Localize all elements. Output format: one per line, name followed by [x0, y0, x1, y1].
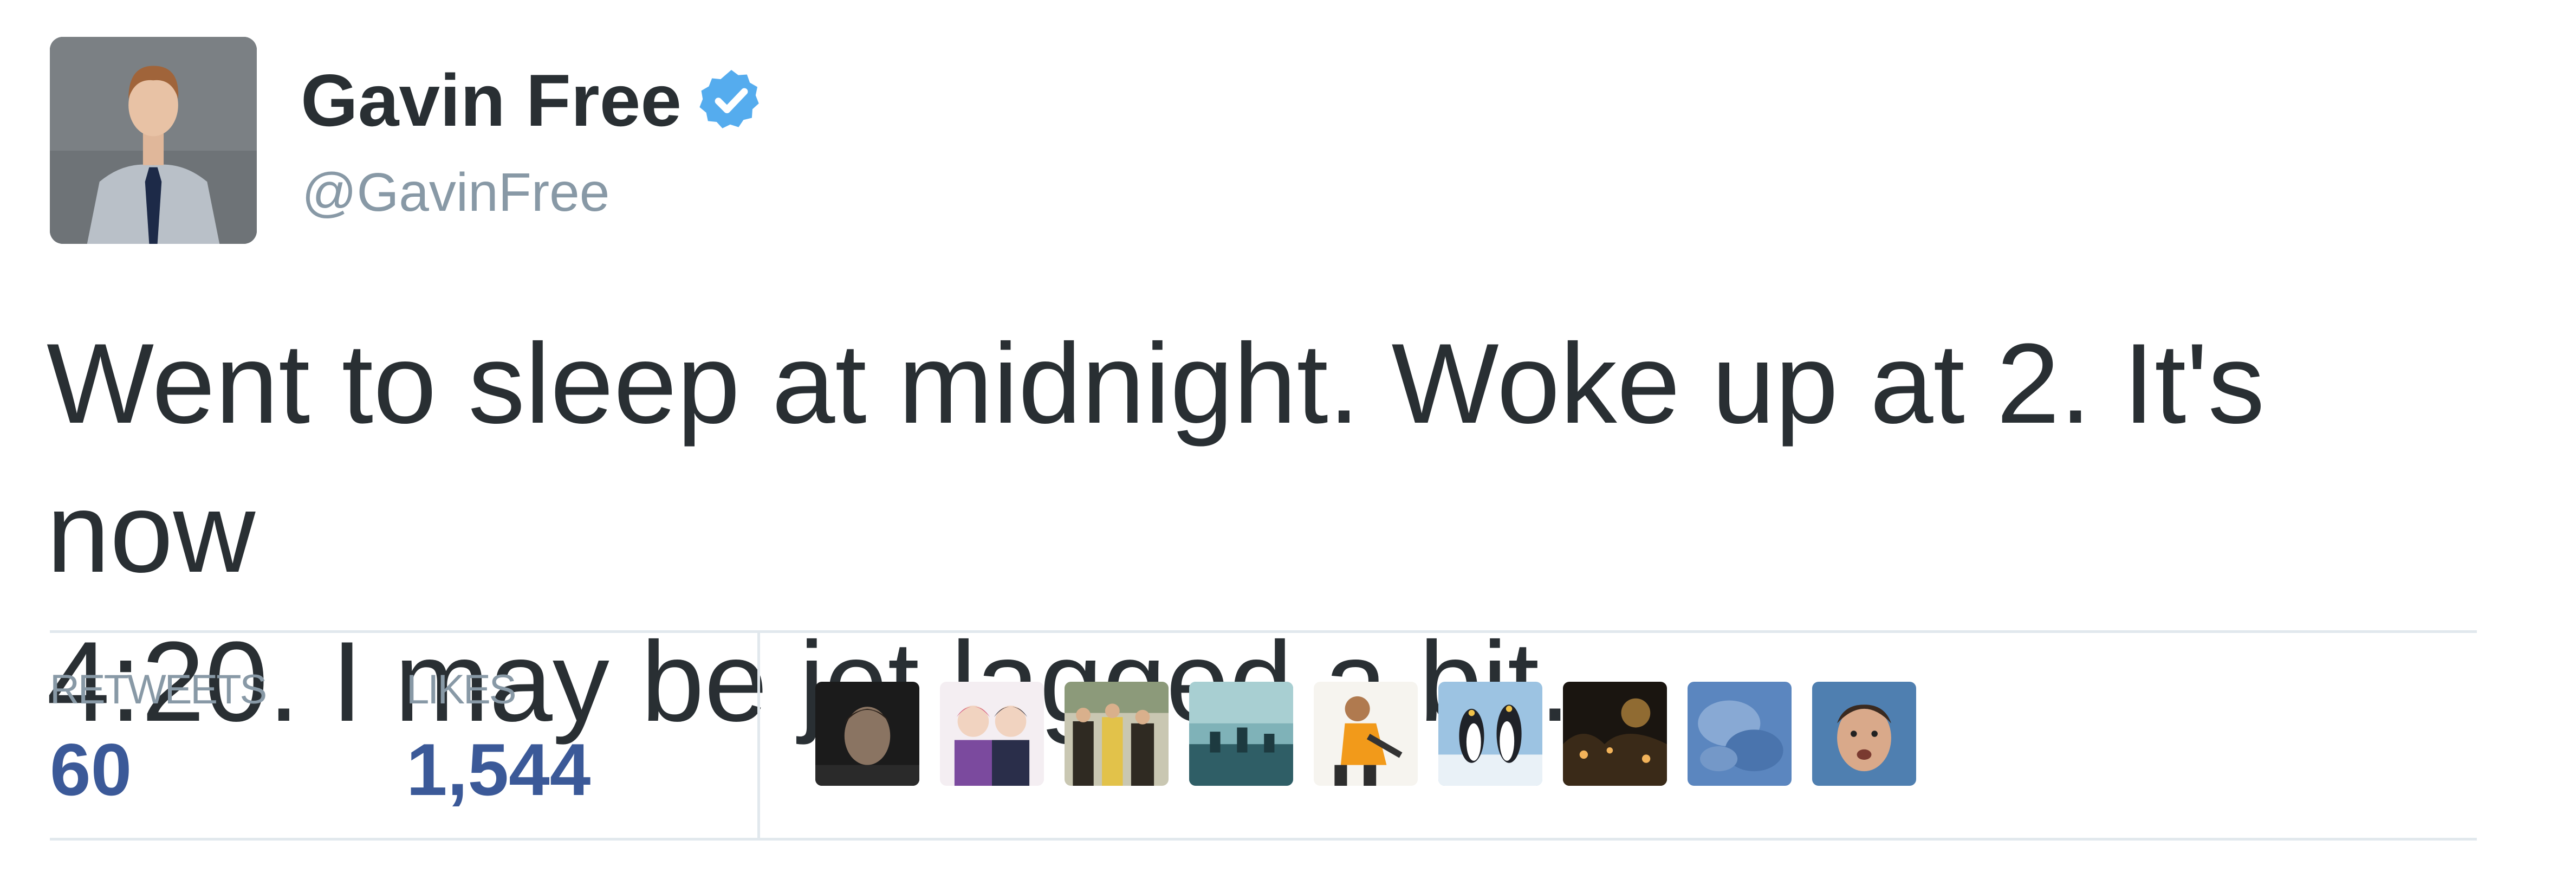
author-handle[interactable]: @GavinFree — [302, 157, 609, 228]
liker-avatar-5-icon[interactable] — [1314, 682, 1418, 786]
stats-divider-top — [50, 630, 2477, 633]
liker-avatar-2-icon[interactable] — [940, 682, 1044, 786]
author-display-name[interactable]: Gavin Free — [301, 60, 682, 141]
liker-avatar-7-icon[interactable] — [1563, 682, 1667, 786]
verified-badge-icon — [699, 70, 759, 128]
liker-avatars — [815, 682, 1916, 790]
stats-divider-bottom — [50, 838, 2477, 841]
stats-divider-vertical — [757, 633, 760, 838]
likes-label: LIKES — [406, 667, 516, 713]
retweets-stat[interactable]: RETWEETS 60 — [50, 664, 267, 816]
liker-avatar-1-icon[interactable] — [815, 682, 919, 786]
liker-avatar-6-icon[interactable] — [1438, 682, 1542, 786]
author-name-row[interactable]: Gavin Free — [301, 60, 766, 141]
liker-avatar-9-icon[interactable] — [1812, 682, 1916, 786]
retweets-label: RETWEETS — [50, 667, 267, 713]
liker-avatar-8-icon[interactable] — [1688, 682, 1792, 786]
tweet-card: Gavin Free @GavinFree Went to sleep at m… — [0, 0, 2576, 879]
likes-stat[interactable]: LIKES 1,544 — [406, 664, 591, 816]
profile-photo-icon[interactable] — [50, 37, 257, 244]
liker-avatar-4-icon[interactable] — [1189, 682, 1293, 786]
retweets-count: 60 — [50, 728, 132, 811]
likes-count: 1,544 — [406, 728, 591, 811]
liker-avatar-3-icon[interactable] — [1065, 682, 1169, 786]
